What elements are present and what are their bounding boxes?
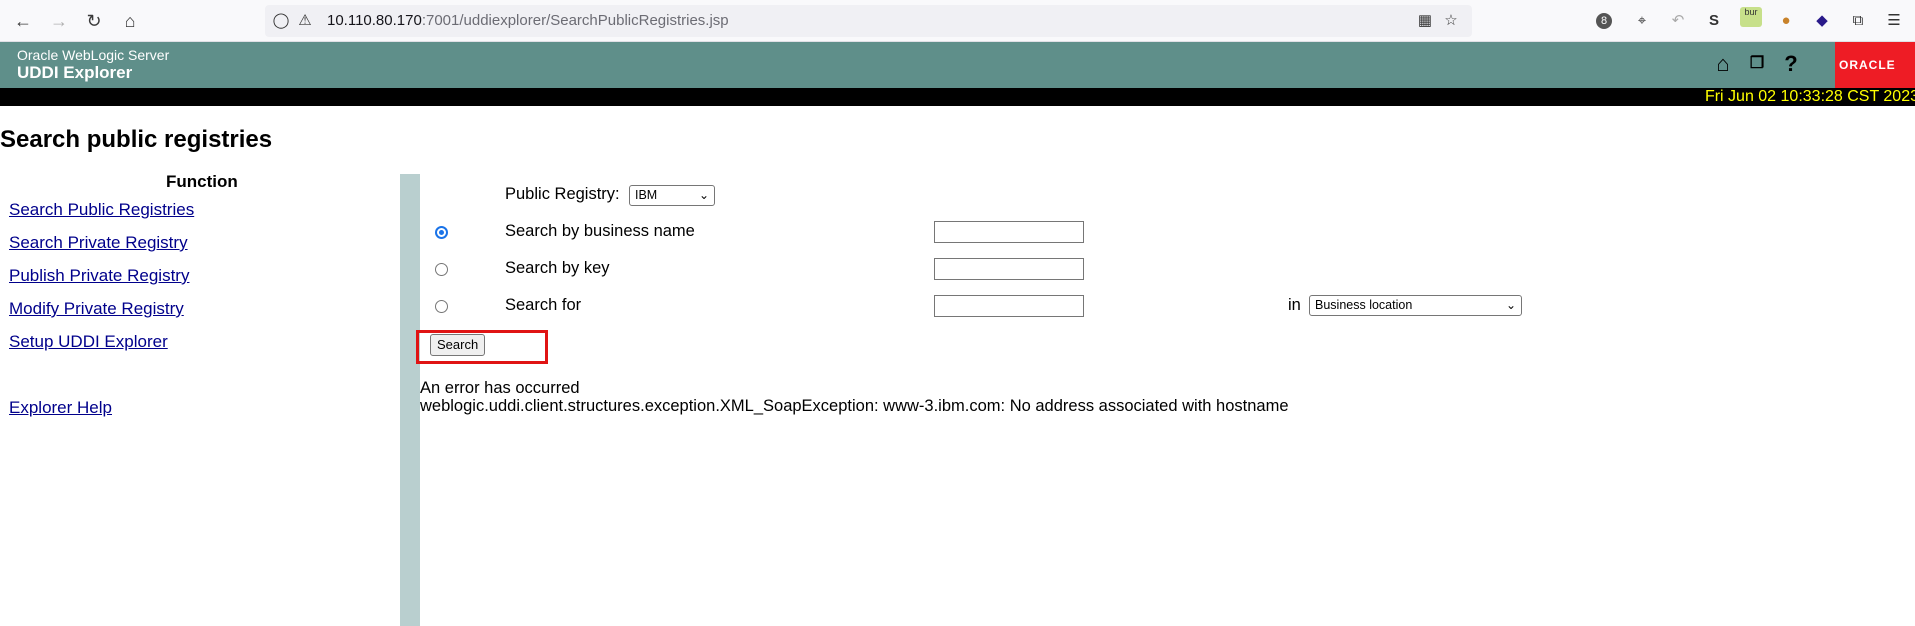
error-title: An error has occurred <box>420 379 580 397</box>
shield-icon[interactable]: ◯ <box>271 11 291 31</box>
cookie-icon[interactable]: ● <box>1776 11 1796 31</box>
product-name: Oracle WebLogic Server <box>17 47 170 63</box>
windows-icon[interactable]: ❐ <box>1745 52 1769 76</box>
home-icon[interactable]: ⌂ <box>119 10 141 32</box>
browser-toolbar: ← → ↻ ⌂ ◯ ⚠ 10.110.80.170:7001/uddiexplo… <box>0 0 1915 42</box>
burp-extension-icon[interactable]: bur <box>1740 7 1762 27</box>
search-button[interactable]: Search <box>430 334 486 356</box>
extension-badge-icon[interactable]: 8 <box>1596 13 1612 29</box>
qr-code-icon[interactable]: ▦ <box>1415 11 1435 31</box>
reload-icon[interactable]: ↻ <box>83 10 105 32</box>
sidebar-link-explorer-help[interactable]: Explorer Help <box>9 398 112 418</box>
url-bar[interactable]: ◯ ⚠ 10.110.80.170:7001/uddiexplorer/Sear… <box>265 5 1472 37</box>
back-icon[interactable]: ← <box>12 10 34 32</box>
help-icon[interactable]: ? <box>1779 52 1803 76</box>
chevron-down-icon: ⌄ <box>1505 298 1516 312</box>
search-business-name-label: Search by business name <box>505 222 695 240</box>
error-message: weblogic.uddi.client.structures.exceptio… <box>420 397 1289 415</box>
radio-search-business-name[interactable] <box>435 226 448 239</box>
in-label: in <box>1288 296 1301 314</box>
crop-icon[interactable]: ⌖ <box>1632 11 1652 31</box>
insecure-lock-icon[interactable]: ⚠ <box>295 11 315 31</box>
sidebar-link-publish-private[interactable]: Publish Private Registry <box>9 266 189 286</box>
weblogic-header: Oracle WebLogic Server UDDI Explorer ⌂ ❐… <box>0 42 1915 88</box>
s-extension-icon[interactable]: S <box>1704 11 1724 31</box>
search-in-select[interactable]: Business location ⌄ <box>1309 295 1522 316</box>
oracle-logo: ORACLE <box>1835 42 1915 88</box>
page-title: Search public registries <box>0 126 273 153</box>
sidebar-link-search-private[interactable]: Search Private Registry <box>9 233 188 253</box>
content-divider <box>400 174 420 626</box>
business-name-input[interactable] <box>934 221 1084 243</box>
sidebar-link-modify-private[interactable]: Modify Private Registry <box>9 299 184 319</box>
puzzle-extensions-icon[interactable]: ⧉ <box>1848 11 1868 31</box>
public-registry-select[interactable]: IBM ⌄ <box>629 185 715 206</box>
time-bar: Fri Jun 02 10:33:28 CST 2023 <box>0 88 1915 106</box>
radio-search-key[interactable] <box>435 263 448 276</box>
sidebar-link-search-public[interactable]: Search Public Registries <box>9 200 194 220</box>
bookmark-star-icon[interactable]: ☆ <box>1441 11 1461 31</box>
forward-icon[interactable]: → <box>48 10 70 32</box>
cube-extension-icon[interactable]: ◆ <box>1812 11 1832 31</box>
public-registry-label: Public Registry: <box>505 185 620 203</box>
search-key-label: Search by key <box>505 259 610 277</box>
current-datetime: Fri Jun 02 10:33:28 CST 2023 <box>1704 88 1915 105</box>
app-name: UDDI Explorer <box>17 63 133 82</box>
chevron-down-icon: ⌄ <box>698 188 709 202</box>
search-for-label: Search for <box>505 296 582 314</box>
function-heading: Function <box>166 172 238 191</box>
sidebar-link-setup[interactable]: Setup UDDI Explorer <box>9 332 168 352</box>
search-for-input[interactable] <box>934 295 1084 317</box>
menu-icon[interactable]: ☰ <box>1884 11 1904 31</box>
undo-icon[interactable]: ↶ <box>1668 11 1688 31</box>
radio-search-for[interactable] <box>435 300 448 313</box>
url-text[interactable]: 10.110.80.170:7001/uddiexplorer/SearchPu… <box>327 12 729 29</box>
key-input[interactable] <box>934 258 1084 280</box>
home-icon[interactable]: ⌂ <box>1711 52 1735 76</box>
